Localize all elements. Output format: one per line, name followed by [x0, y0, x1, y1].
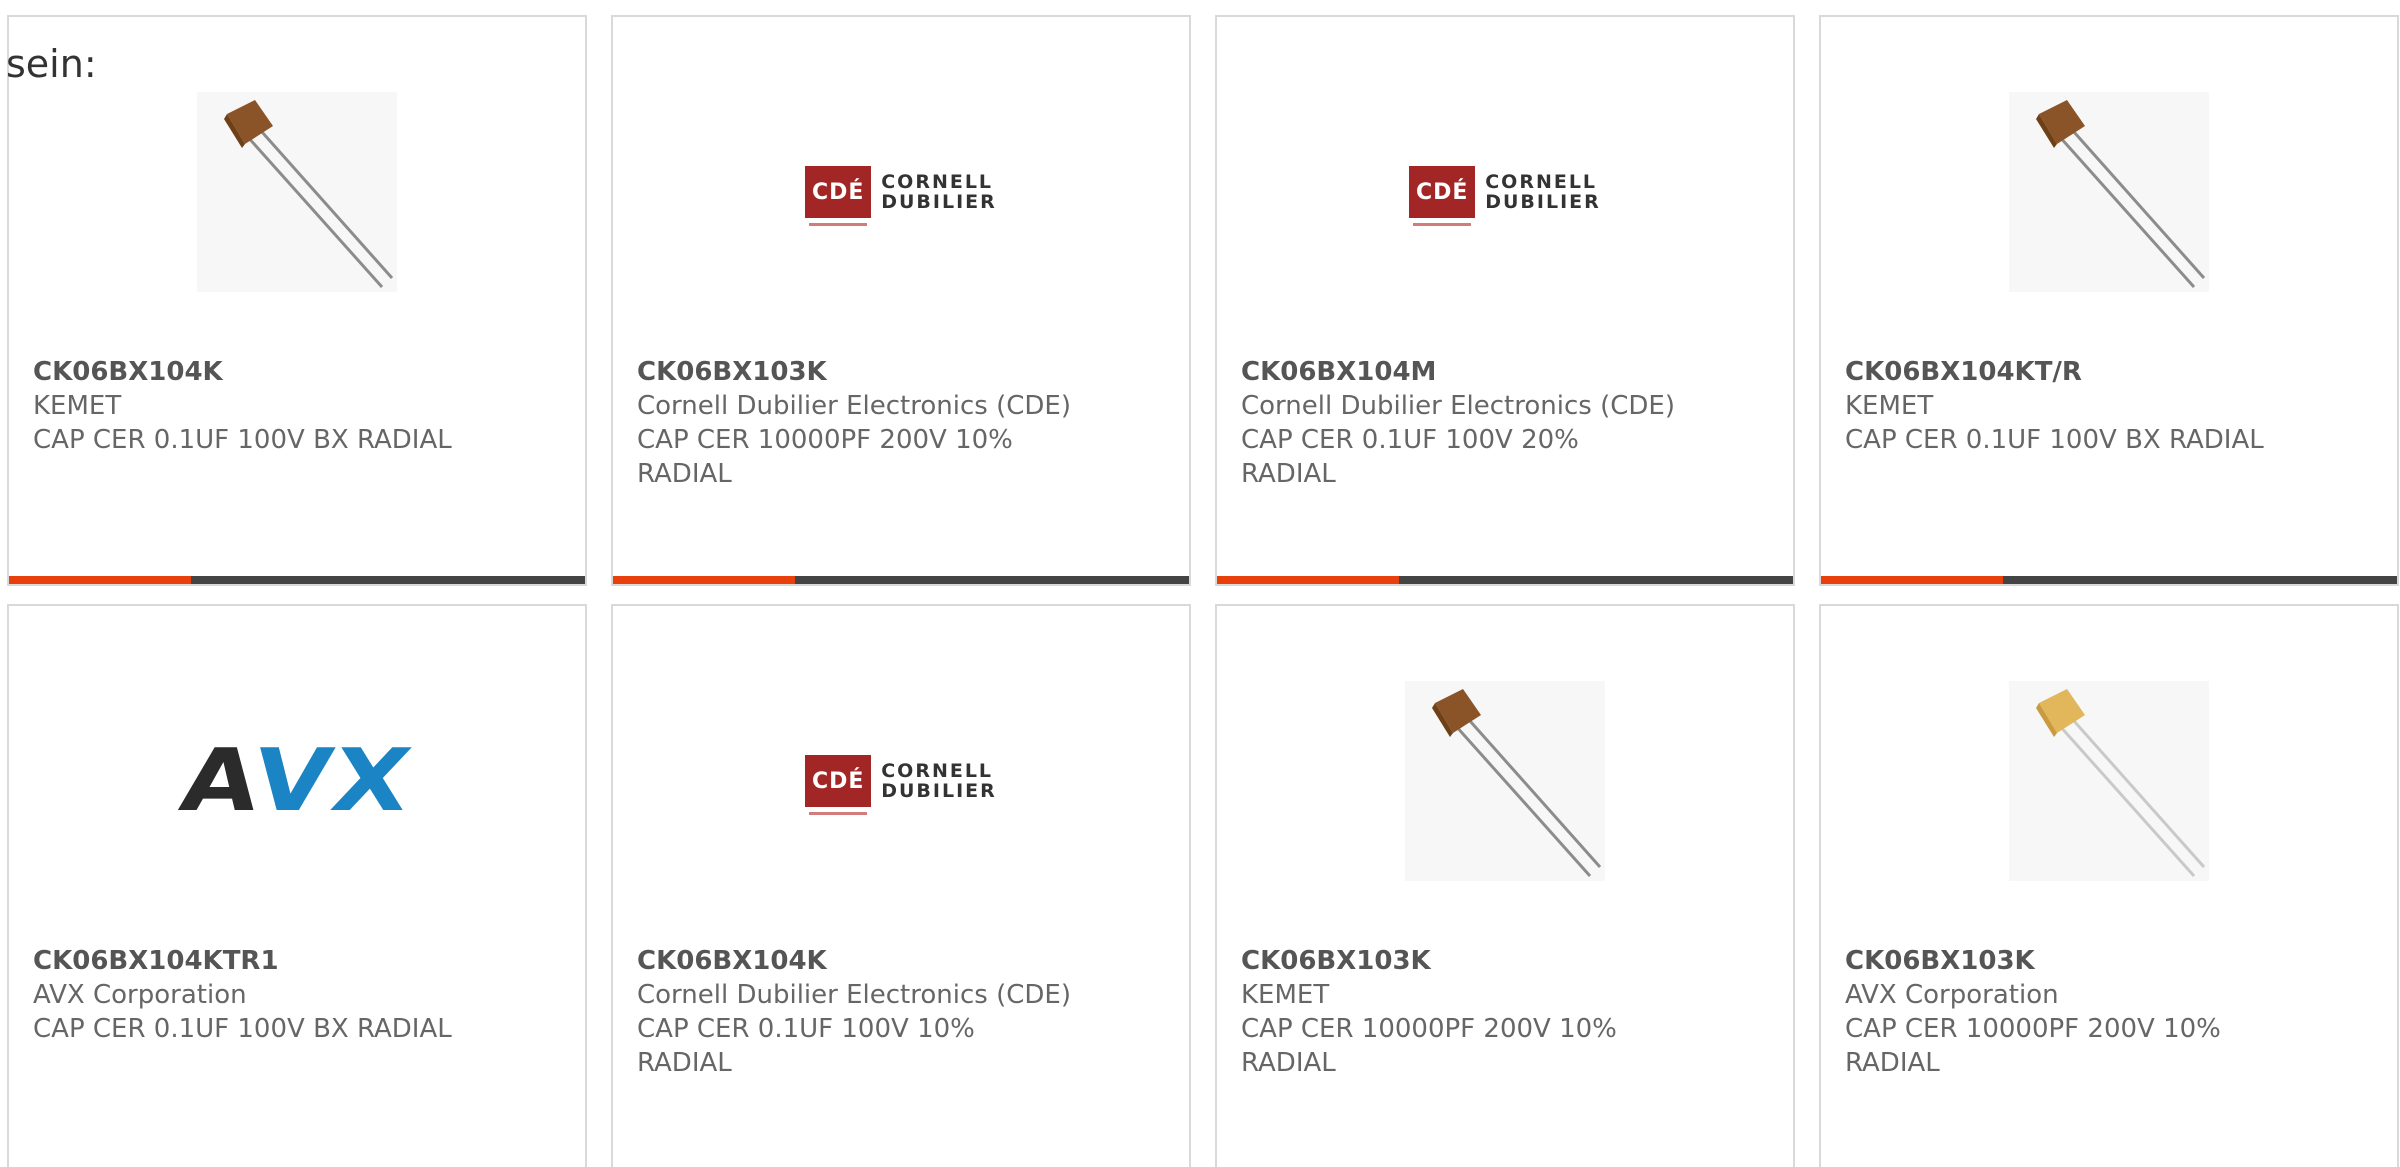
manufacturer: Cornell Dubilier Electronics (CDE): [637, 391, 1071, 421]
avx-logo-letter: X: [325, 731, 420, 831]
product-card[interactable]: CK06BX103K AVX Corporation CAP CER 10000…: [1819, 604, 2399, 1167]
product-image[interactable]: [1821, 666, 2397, 896]
description: CAP CER 0.1UF 100V 10% RADIAL: [637, 1014, 975, 1078]
manufacturer: Cornell Dubilier Electronics (CDE): [1241, 391, 1675, 421]
manufacturer: KEMET: [33, 391, 122, 421]
part-number[interactable]: CK06BX103K: [1241, 944, 1769, 978]
card-accent-bar: [9, 576, 585, 584]
product-image[interactable]: AVX: [9, 666, 585, 896]
cde-logo-icon: CDÉ CORNELL DUBILIER: [1409, 166, 1601, 226]
cde-logo-line2: DUBILIER: [881, 780, 997, 802]
product-image[interactable]: [1821, 77, 2397, 307]
product-info: CK06BX104M Cornell Dubilier Electronics …: [1241, 355, 1769, 491]
cde-logo-line2: DUBILIER: [881, 191, 997, 213]
product-image[interactable]: CDÉ CORNELL DUBILIER: [613, 77, 1189, 307]
part-number[interactable]: CK06BX104M: [1241, 355, 1769, 389]
capacitor-photo-icon: [2009, 92, 2209, 292]
product-image[interactable]: CDÉ CORNELL DUBILIER: [1217, 77, 1793, 307]
cde-logo-icon: CDÉ CORNELL DUBILIER: [805, 755, 997, 815]
cde-logo-box: CDÉ: [1409, 166, 1476, 226]
description: CAP CER 0.1UF 100V BX RADIAL: [33, 1014, 452, 1044]
capacitor-photo-icon: [1405, 681, 1605, 881]
product-info: CK06BX103K AVX Corporation CAP CER 10000…: [1845, 944, 2373, 1080]
product-card[interactable]: AVX CK06BX104KTR1 AVX Corporation CAP CE…: [7, 604, 587, 1167]
card-accent-bar: [1217, 576, 1793, 584]
cde-logo-line1: CORNELL: [881, 171, 994, 193]
card-accent-highlight: [1821, 576, 2003, 584]
capacitor-photo-icon: [2009, 681, 2209, 881]
card-accent-highlight: [9, 576, 191, 584]
description: CAP CER 0.1UF 100V 20% RADIAL: [1241, 425, 1579, 489]
avx-logo-icon: AVX: [174, 731, 420, 831]
cde-logo-icon: CDÉ CORNELL DUBILIER: [805, 166, 997, 226]
cde-logo-line1: CORNELL: [881, 760, 994, 782]
cde-logo-line2: DUBILIER: [1485, 191, 1601, 213]
manufacturer: KEMET: [1241, 980, 1330, 1010]
description: CAP CER 0.1UF 100V BX RADIAL: [1845, 425, 2264, 455]
part-number[interactable]: CK06BX104KTR1: [33, 944, 561, 978]
product-card[interactable]: CK06BX103K KEMET CAP CER 10000PF 200V 10…: [1215, 604, 1795, 1167]
intro-text: sein:: [6, 42, 97, 86]
product-info: CK06BX103K Cornell Dubilier Electronics …: [637, 355, 1165, 491]
part-number[interactable]: CK06BX104KT/R: [1845, 355, 2373, 389]
product-info: CK06BX104K KEMET CAP CER 0.1UF 100V BX R…: [33, 355, 561, 457]
card-accent-highlight: [613, 576, 795, 584]
card-accent-bar: [613, 576, 1189, 584]
cde-logo-box: CDÉ: [805, 755, 872, 815]
manufacturer: AVX Corporation: [1845, 980, 2059, 1010]
manufacturer: AVX Corporation: [33, 980, 247, 1010]
description: CAP CER 0.1UF 100V BX RADIAL: [33, 425, 452, 455]
product-image[interactable]: CDÉ CORNELL DUBILIER: [613, 666, 1189, 896]
part-number[interactable]: CK06BX104K: [33, 355, 561, 389]
cde-logo-text: CORNELL DUBILIER: [881, 172, 997, 212]
product-info: CK06BX104K Cornell Dubilier Electronics …: [637, 944, 1165, 1080]
cde-logo-text: CORNELL DUBILIER: [881, 761, 997, 801]
product-info: CK06BX104KT/R KEMET CAP CER 0.1UF 100V B…: [1845, 355, 2373, 457]
product-card[interactable]: CK06BX104KT/R KEMET CAP CER 0.1UF 100V B…: [1819, 15, 2399, 586]
card-accent-highlight: [1217, 576, 1399, 584]
capacitor-photo-icon: [197, 92, 397, 292]
description: CAP CER 10000PF 200V 10% RADIAL: [637, 425, 1013, 489]
part-number[interactable]: CK06BX103K: [637, 355, 1165, 389]
avx-logo-text: AVX: [174, 731, 420, 831]
card-accent-bar: [1821, 576, 2397, 584]
part-number[interactable]: CK06BX103K: [1845, 944, 2373, 978]
product-card[interactable]: CDÉ CORNELL DUBILIER CK06BX104M Cornell …: [1215, 15, 1795, 586]
page: sein: CK06BX104K KEMET CAP CER 0.1UF 100…: [0, 0, 2400, 1167]
description: CAP CER 10000PF 200V 10% RADIAL: [1241, 1014, 1617, 1078]
manufacturer: KEMET: [1845, 391, 1934, 421]
part-number[interactable]: CK06BX104K: [637, 944, 1165, 978]
product-card[interactable]: CK06BX104K KEMET CAP CER 0.1UF 100V BX R…: [7, 15, 587, 586]
product-info: CK06BX103K KEMET CAP CER 10000PF 200V 10…: [1241, 944, 1769, 1080]
product-image[interactable]: [9, 77, 585, 307]
cde-logo-text: CORNELL DUBILIER: [1485, 172, 1601, 212]
cde-logo-line1: CORNELL: [1485, 171, 1598, 193]
cde-logo-box: CDÉ: [805, 166, 872, 226]
product-card[interactable]: CDÉ CORNELL DUBILIER CK06BX104K Cornell …: [611, 604, 1191, 1167]
product-grid: CK06BX104K KEMET CAP CER 0.1UF 100V BX R…: [7, 15, 2399, 1167]
manufacturer: Cornell Dubilier Electronics (CDE): [637, 980, 1071, 1010]
description: CAP CER 10000PF 200V 10% RADIAL: [1845, 1014, 2221, 1078]
product-card[interactable]: CDÉ CORNELL DUBILIER CK06BX103K Cornell …: [611, 15, 1191, 586]
product-info: CK06BX104KTR1 AVX Corporation CAP CER 0.…: [33, 944, 561, 1046]
product-image[interactable]: [1217, 666, 1793, 896]
